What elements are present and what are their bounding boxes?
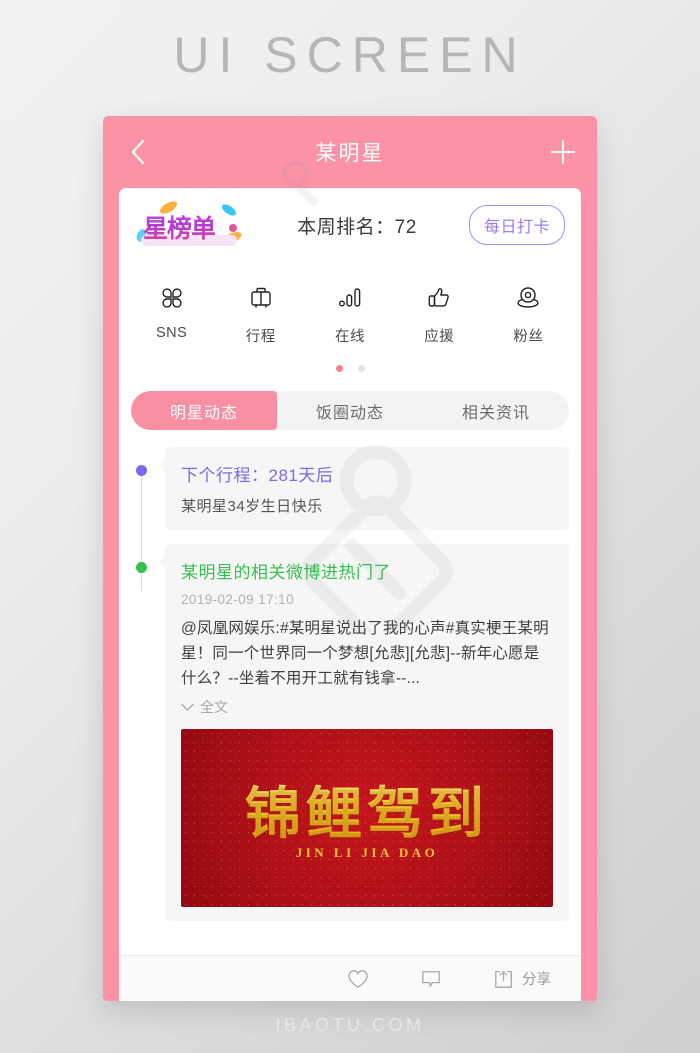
feed-panel: 下个行程：281天后 某明星34岁生日快乐 某明星的相关微博进热门了 2019-…: [119, 442, 581, 1001]
feature-item-online[interactable]: 在线: [305, 280, 394, 346]
star-ranking-logo: 星榜单: [135, 198, 245, 248]
weekly-rank-label: 本周排名：72: [297, 216, 417, 238]
thumbs-up-icon: [421, 280, 457, 316]
pager-dot-inactive[interactable]: [357, 365, 365, 372]
plus-icon: [551, 140, 575, 164]
page-title: UI SCREEN: [173, 27, 527, 83]
suitcase-icon: [243, 280, 279, 316]
logo-label: 星榜单: [143, 209, 216, 245]
timeline-subtitle: 某明星34岁生日快乐: [181, 498, 323, 515]
rank-row: 星榜单 本周排名：72 每日打卡: [119, 188, 581, 262]
add-button[interactable]: [547, 136, 579, 168]
like-button[interactable]: [347, 969, 376, 989]
pager-dot-active[interactable]: [335, 365, 343, 372]
feature-label: 行程: [245, 329, 276, 345]
profile-summary-card: 星榜单 本周排名：72 每日打卡 SNS 行程 在线 应援 粉丝: [119, 188, 581, 385]
timeline-item[interactable]: 某明星的相关微博进热门了 2019-02-09 17:10 @凤凰网娱乐:#某明…: [119, 544, 581, 922]
feature-label: 应援: [424, 329, 455, 345]
feature-icon-grid: SNS 行程 在线 应援 粉丝: [119, 262, 581, 352]
comment-button[interactable]: [420, 969, 449, 989]
logo-blob-blue-top: [220, 202, 238, 218]
heart-icon: [348, 969, 368, 988]
tab-fan-feed[interactable]: 饭圈动态: [277, 391, 423, 430]
share-label: 分享: [522, 972, 551, 988]
timeline-dot-purple: [136, 465, 147, 476]
timeline-title: 下个行程：281天后: [181, 466, 334, 485]
timeline-card[interactable]: 某明星的相关微博进热门了 2019-02-09 17:10 @凤凰网娱乐:#某明…: [159, 544, 569, 922]
image-headline: 锦鲤驾到: [181, 769, 553, 850]
feature-item-support[interactable]: 应援: [395, 280, 484, 346]
back-button[interactable]: [123, 137, 153, 167]
tab-star-feed[interactable]: 明星动态: [131, 391, 277, 430]
comment-icon: [422, 970, 440, 987]
page-heading: 某明星: [315, 142, 385, 165]
chevron-left-icon: [131, 139, 145, 165]
share-button[interactable]: 分享: [493, 968, 551, 989]
expand-full-text-button[interactable]: 全文: [181, 697, 553, 717]
location-pin-icon: [510, 280, 546, 316]
timeline-dot-green: [136, 562, 147, 573]
bar-chart-icon: [332, 280, 368, 316]
feature-item-sns[interactable]: SNS: [127, 280, 216, 346]
image-pinyin: JIN LI JIA DAO: [295, 845, 439, 861]
tab-news[interactable]: 相关资讯: [423, 391, 569, 430]
feature-item-fans[interactable]: 粉丝: [484, 280, 573, 346]
daily-checkin-button[interactable]: 每日打卡: [468, 205, 565, 245]
share-icon: [495, 971, 512, 988]
expand-label: 全文: [200, 699, 228, 716]
timeline-item[interactable]: 下个行程：281天后 某明星34岁生日快乐: [119, 447, 581, 591]
timeline-card[interactable]: 下个行程：281天后 某明星34岁生日快乐: [159, 447, 569, 530]
timeline-body-text: @凤凰网娱乐:#某明星说出了我的心声#真实梗王某明星！同一个世界同一个梦想[允悲…: [181, 620, 549, 688]
tabs-container: 明星动态 饭圈动态 相关资讯: [119, 160, 581, 442]
four-leaf-grid-icon: [154, 280, 190, 316]
navigation-bar: 某明星: [103, 116, 597, 188]
post-action-bar: 分享: [119, 955, 581, 1001]
carousel-pager: [119, 352, 581, 385]
post-image[interactable]: 锦鲤驾到 JIN LI JIA DAO: [181, 729, 553, 908]
phone-mockup: 某明星 星榜单 本周排名：72 每日打卡 SNS 行程 在线 应援 粉丝 明星动…: [103, 116, 597, 1001]
feed-scroll-area[interactable]: 下个行程：281天后 某明星34岁生日快乐 某明星的相关微博进热门了 2019-…: [119, 442, 581, 955]
timeline-title: 某明星的相关微博进热门了: [181, 563, 391, 582]
timeline-timestamp: 2019-02-09 17:10: [181, 592, 294, 607]
feature-label: 粉丝: [513, 329, 544, 345]
tab-bar: 明星动态 饭圈动态 相关资讯: [131, 391, 569, 430]
site-watermark: IBAOTU.COM: [275, 1015, 425, 1035]
timeline-connector: [141, 471, 143, 591]
logo-blob-pink-dot: [229, 224, 237, 232]
feature-label: 在线: [335, 329, 365, 345]
feature-item-schedule[interactable]: 行程: [216, 280, 305, 346]
feature-label: SNS: [155, 325, 188, 341]
chevron-down-icon: [181, 703, 194, 711]
